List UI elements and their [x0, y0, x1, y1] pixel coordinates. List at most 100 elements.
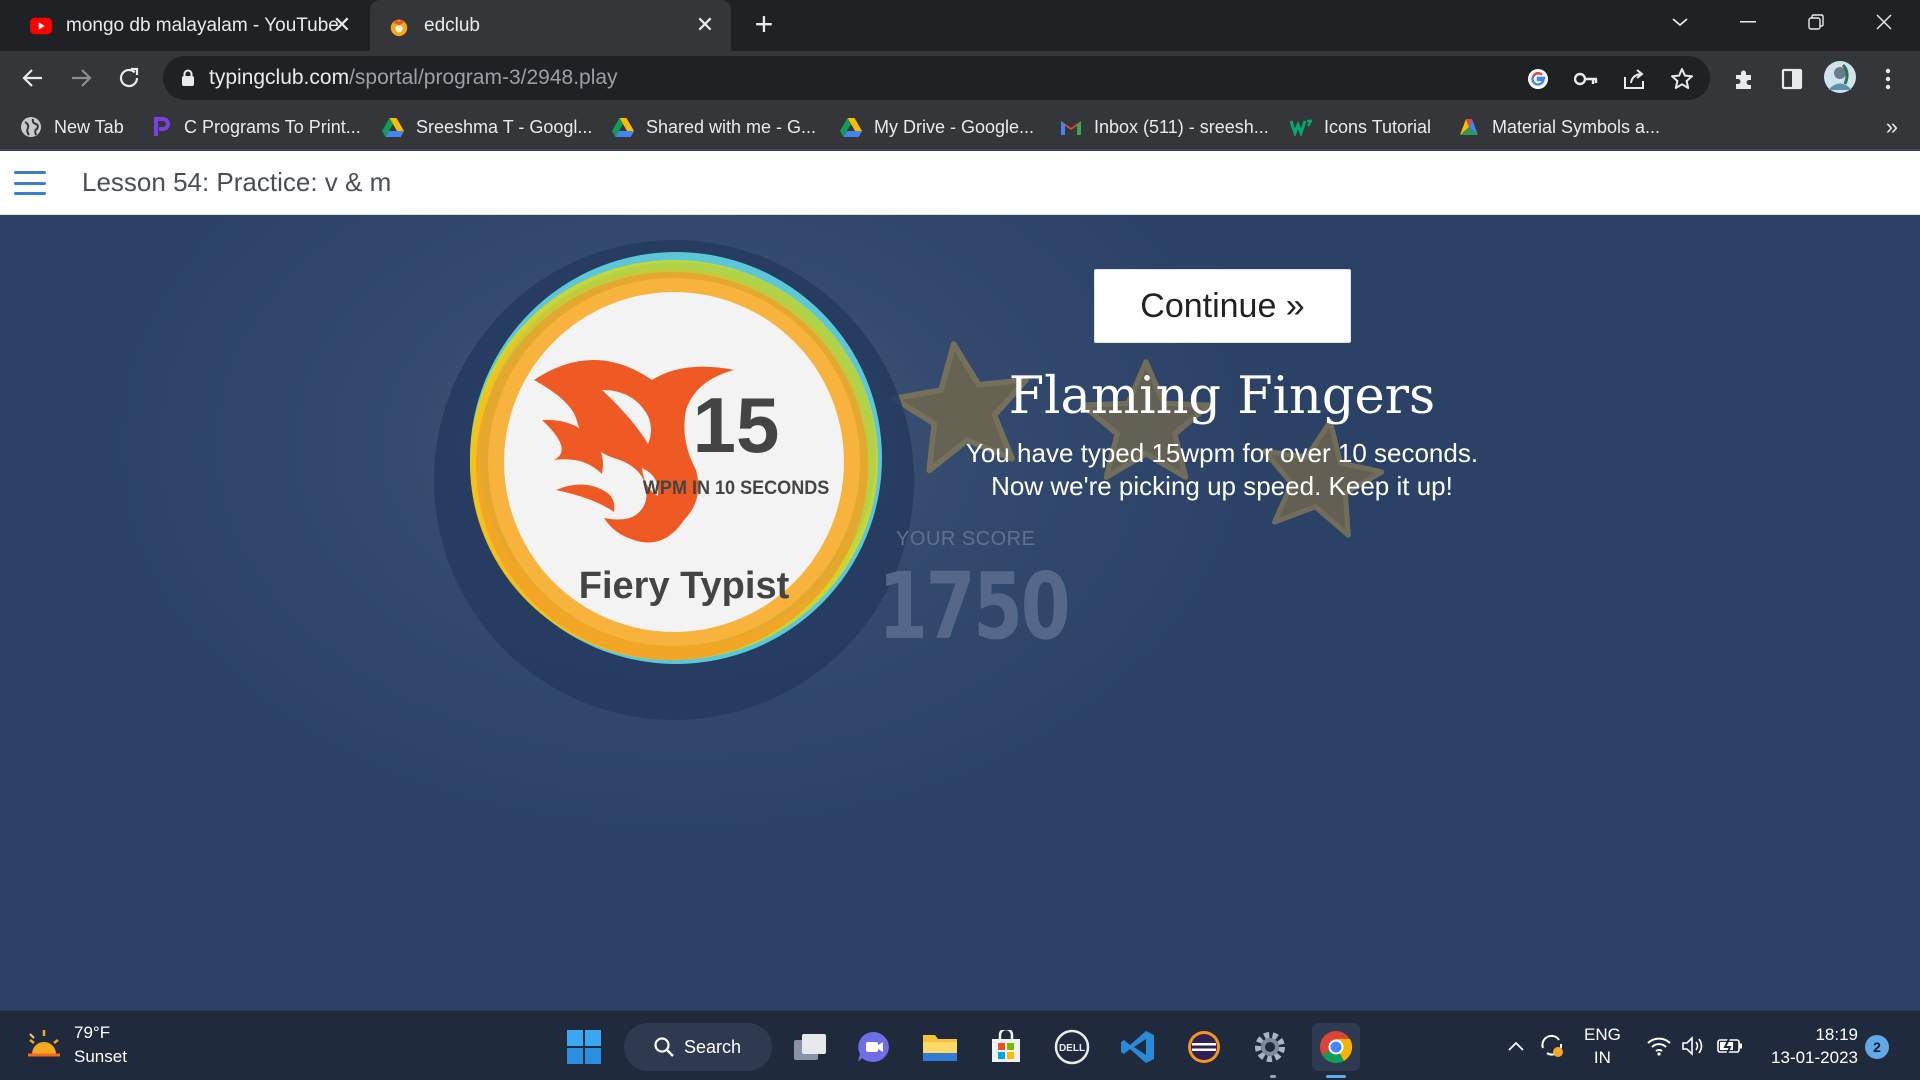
close-tab-icon[interactable]: ✕: [693, 13, 717, 37]
show-hidden-icons-chevron[interactable]: [1502, 1011, 1530, 1080]
w3schools-icon: [1290, 116, 1312, 138]
achievement-line-2: Now we're picking up speed. Keep it up!: [991, 471, 1453, 501]
restore-button[interactable]: [1788, 0, 1844, 44]
address-bar[interactable]: typingclub.com/sportal/program-3/2948.pl…: [163, 56, 1710, 100]
bookmark-label: Material Symbols a...: [1492, 116, 1661, 137]
google-lens-icon[interactable]: [1525, 66, 1551, 92]
bookmark-icons-tutorial[interactable]: Icons Tutorial: [1290, 113, 1431, 141]
rating-stars: [880, 305, 1420, 565]
bookmark-star-icon[interactable]: [1669, 66, 1695, 92]
weather-description: Sunset: [74, 1047, 127, 1066]
region-code: IN: [1593, 1048, 1611, 1067]
tab-title: mongo db malayalam - YouTube: [66, 14, 339, 36]
svg-text:DELL: DELL: [1059, 1043, 1085, 1054]
extensions-puzzle-icon[interactable]: [1730, 65, 1758, 93]
achievement-screen: 15 WPM IN 10 SECONDS Fiery Typist YOUR S…: [0, 215, 1920, 1010]
windows-start-icon[interactable]: [560, 1023, 608, 1071]
badge-subtitle: WPM IN 10 SECONDS: [643, 477, 829, 499]
microsoft-store-icon[interactable]: [982, 1023, 1030, 1071]
share-icon[interactable]: [1621, 66, 1647, 92]
close-window-button[interactable]: [1856, 0, 1912, 44]
lock-icon: [181, 69, 195, 87]
file-explorer-icon[interactable]: [916, 1023, 964, 1071]
continue-button[interactable]: Continue »: [1094, 269, 1351, 343]
browser-toolbar: typingclub.com/sportal/program-3/2948.pl…: [0, 51, 1920, 104]
profile-avatar[interactable]: [1822, 59, 1858, 95]
more-bookmarks-icon[interactable]: »: [1886, 114, 1898, 140]
active-app-indicator: [1326, 1075, 1346, 1078]
edclub-icon: [388, 15, 410, 37]
tab-edclub[interactable]: edclub ✕: [370, 0, 731, 51]
bookmark-sreeshma-drive[interactable]: Sreeshma T - Googl...: [382, 113, 592, 141]
material-icon: [1458, 116, 1480, 138]
wifi-icon[interactable]: [1644, 1011, 1674, 1080]
forward-button[interactable]: [64, 61, 98, 95]
battery-charging-icon[interactable]: [1714, 1011, 1746, 1080]
bookmark-new-tab[interactable]: New Tab: [20, 113, 124, 141]
sync-icon[interactable]: [1536, 1011, 1568, 1080]
bookmark-my-drive[interactable]: My Drive - Google...: [840, 113, 1034, 141]
clock-time: 18:19: [1815, 1025, 1858, 1044]
bookmark-c-programs[interactable]: C Programs To Print...: [150, 113, 361, 141]
tab-youtube[interactable]: mongo db malayalam - YouTube ✕: [0, 0, 368, 51]
bookmark-label: Inbox (511) - sreesh...: [1094, 116, 1269, 137]
lesson-title: Lesson 54: Practice: v & m: [82, 167, 392, 197]
bookmark-label: Icons Tutorial: [1324, 116, 1432, 137]
taskbar-search-button[interactable]: Search: [624, 1023, 772, 1071]
chrome-taskbar-icon[interactable]: [1312, 1023, 1360, 1071]
input-language[interactable]: ENG IN: [1584, 1023, 1621, 1069]
language-code: ENG: [1584, 1025, 1621, 1044]
globe-icon: [20, 116, 42, 138]
notification-badge[interactable]: 2: [1865, 1035, 1889, 1059]
weather-widget[interactable]: 79°F Sunset: [26, 1021, 127, 1069]
back-button[interactable]: [16, 61, 50, 95]
tab-title: edclub: [424, 14, 480, 36]
vscode-icon[interactable]: [1114, 1023, 1162, 1071]
system-clock[interactable]: 18:19 13-01-2023: [1762, 1023, 1858, 1069]
close-tab-icon[interactable]: ✕: [330, 13, 354, 37]
score-value: 1750: [878, 553, 1071, 660]
achievement-title: Flaming Fingers: [1008, 367, 1436, 426]
teams-chat-icon[interactable]: [850, 1023, 898, 1071]
tab-search-chevron-icon[interactable]: [1652, 0, 1708, 44]
bookmark-label: Shared with me - G...: [646, 116, 817, 137]
chrome-menu-icon[interactable]: [1874, 65, 1902, 93]
search-icon: [654, 1037, 674, 1057]
hamburger-menu-icon[interactable]: [14, 171, 46, 195]
achievement-line-1: You have typed 15wpm for over 10 seconds…: [965, 438, 1479, 468]
running-app-indicator: [1270, 1075, 1276, 1078]
dell-icon[interactable]: DELL: [1048, 1023, 1096, 1071]
bookmarks-bar: New Tab C Programs To Print... Sreeshma …: [0, 104, 1920, 150]
clock-date: 13-01-2023: [1771, 1048, 1858, 1067]
task-view-icon[interactable]: [786, 1023, 834, 1071]
new-tab-button[interactable]: +: [748, 8, 780, 41]
google-drive-icon: [382, 116, 404, 138]
google-drive-icon: [612, 116, 634, 138]
bookmark-gmail-inbox[interactable]: Inbox (511) - sreesh...: [1060, 113, 1269, 141]
password-key-icon[interactable]: [1573, 66, 1599, 92]
score-label: YOUR SCORE: [896, 528, 1036, 550]
bookmark-material-symbols[interactable]: Material Symbols a...: [1458, 113, 1660, 141]
bookmark-label: New Tab: [54, 116, 124, 137]
weather-temperature: 79°F: [74, 1023, 111, 1042]
volume-icon[interactable]: [1678, 1011, 1708, 1080]
settings-gear-icon[interactable]: [1246, 1023, 1294, 1071]
sunset-weather-icon: [26, 1028, 62, 1063]
google-drive-icon: [840, 116, 862, 138]
bookmark-shared-with-me[interactable]: Shared with me - G...: [612, 113, 816, 141]
search-label: Search: [684, 1036, 742, 1057]
browser-tab-strip: mongo db malayalam - YouTube ✕ edclub ✕ …: [0, 0, 1920, 51]
bookmark-p-icon: [150, 116, 172, 138]
reload-button[interactable]: [112, 61, 146, 95]
url-host: typingclub.com: [209, 66, 350, 89]
gmail-icon: [1060, 116, 1082, 138]
windows-taskbar: 79°F Sunset Search DELL ENG IN 18:19 13-…: [0, 1010, 1920, 1080]
bookmark-label: C Programs To Print...: [184, 116, 361, 137]
eclipse-icon[interactable]: [1180, 1023, 1228, 1071]
bookmark-label: My Drive - Google...: [874, 116, 1035, 137]
minimize-button[interactable]: [1720, 0, 1776, 44]
youtube-icon: [30, 15, 52, 37]
bookmark-label: Sreeshma T - Googl...: [416, 116, 593, 137]
badge-number: 15: [693, 381, 780, 469]
side-panel-icon[interactable]: [1778, 65, 1806, 93]
